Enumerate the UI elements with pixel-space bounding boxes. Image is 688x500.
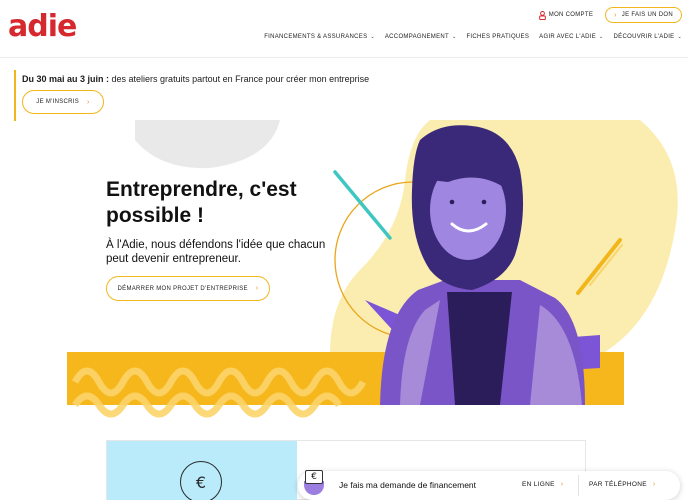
register-button[interactable]: JE M'INSCRIS › bbox=[22, 90, 104, 114]
announcement-dates: Du 30 mai au 3 juin : bbox=[22, 74, 110, 84]
chevron-down-icon: ⌄ bbox=[370, 34, 375, 40]
announcement-body: des ateliers gratuits partout en France … bbox=[109, 74, 370, 84]
coin-symbol: € bbox=[195, 472, 207, 492]
donate-button[interactable]: › JE FAIS UN DON bbox=[605, 7, 682, 23]
chevron-right-icon: › bbox=[614, 11, 617, 19]
my-account-link[interactable]: MON COMPTE bbox=[538, 10, 594, 20]
nav-item-financements[interactable]: FINANCEMENTS & ASSURANCES ⌄ bbox=[264, 34, 375, 40]
nav-item-label: DÉCOUVRIR L'ADIE bbox=[613, 34, 675, 40]
apply-online-label: EN LIGNE bbox=[522, 481, 555, 488]
announcement-banner: Du 30 mai au 3 juin : des ateliers gratu… bbox=[14, 70, 514, 121]
chevron-right-icon: › bbox=[87, 98, 90, 106]
nav-item-label: AGIR AVEC L'ADIE bbox=[539, 34, 597, 40]
financing-request-text: Je fais ma demande de financement bbox=[339, 480, 477, 490]
chevron-down-icon: ⌄ bbox=[451, 34, 457, 40]
euro-coin-icon: € bbox=[180, 461, 222, 500]
start-project-button[interactable]: DÉMARRER MON PROJET D'ENTREPRISE › bbox=[106, 276, 270, 301]
donate-label: JE FAIS UN DON bbox=[621, 12, 673, 18]
grey-dotted-shape bbox=[135, 120, 280, 169]
apply-online-link[interactable]: EN LIGNE › bbox=[522, 481, 563, 488]
my-account-label: MON COMPTE bbox=[548, 12, 594, 18]
chevron-right-icon: › bbox=[652, 481, 656, 488]
divider bbox=[578, 475, 579, 496]
site-header: adie MON COMPTE › JE FAIS UN DON FINANCE… bbox=[0, 0, 688, 58]
hero-subtitle: À l'Adie, nous défendons l'idée que chac… bbox=[106, 239, 326, 265]
hero-title: Entreprendre, c'est possible ! bbox=[106, 178, 297, 227]
nav-item-decouvrir[interactable]: DÉCOUVRIR L'ADIE ⌄ bbox=[614, 34, 682, 40]
announcement-text: Du 30 mai au 3 juin : des ateliers gratu… bbox=[22, 74, 514, 84]
euro-badge-icon: € bbox=[304, 470, 324, 500]
chevron-right-icon: › bbox=[560, 481, 564, 488]
nav-item-label: FICHES PRATIQUES bbox=[466, 34, 530, 40]
euro-symbol: € bbox=[305, 470, 323, 484]
hero-illustration bbox=[67, 120, 678, 418]
apply-by-phone-link[interactable]: PAR TÉLÉPHONE › bbox=[589, 481, 655, 488]
nav-item-accompagnement[interactable]: ACCOMPAGNEMENT ⌄ bbox=[385, 34, 457, 40]
financing-request-bar: € Je fais ma demande de financement EN L… bbox=[298, 470, 680, 500]
adie-logo[interactable]: adie bbox=[8, 10, 77, 44]
nav-item-label: FINANCEMENTS & ASSURANCES bbox=[264, 34, 368, 40]
apply-by-phone-label: PAR TÉLÉPHONE bbox=[589, 481, 647, 488]
main-navigation: FINANCEMENTS & ASSURANCES ⌄ ACCOMPAGNEME… bbox=[264, 34, 682, 40]
start-project-label: DÉMARRER MON PROJET D'ENTREPRISE bbox=[117, 285, 248, 292]
nav-item-fiches-pratiques[interactable]: FICHES PRATIQUES bbox=[466, 34, 529, 40]
chevron-right-icon: › bbox=[255, 285, 259, 292]
nav-item-label: ACCOMPAGNEMENT bbox=[384, 34, 449, 40]
utility-bar: MON COMPTE › JE FAIS UN DON bbox=[538, 7, 682, 23]
chevron-down-icon: ⌄ bbox=[599, 34, 604, 40]
card-blue-panel: € bbox=[107, 441, 297, 500]
register-label: JE M'INSCRIS bbox=[36, 99, 80, 105]
nav-item-agir[interactable]: AGIR AVEC L'ADIE ⌄ bbox=[539, 34, 603, 40]
user-icon bbox=[538, 10, 546, 20]
chevron-down-icon: ⌄ bbox=[677, 34, 682, 40]
